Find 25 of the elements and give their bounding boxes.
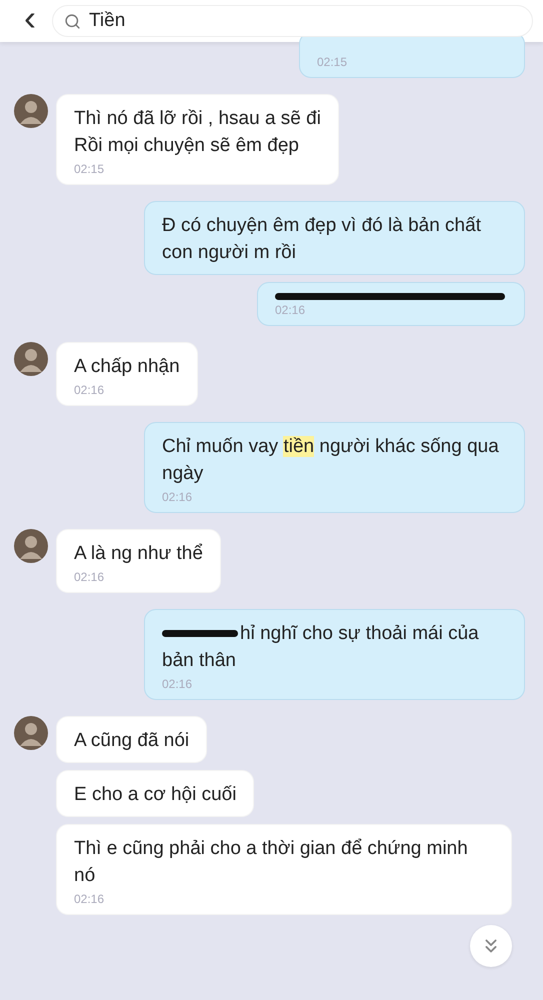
message-text: Thì nó đã lỡ rồi , hsau a sẽ đi Rồi mọi chuyện sẽ êm đẹp xyxy=(74,107,321,158)
message-time: 02:15 xyxy=(317,55,348,69)
avatar[interactable] xyxy=(14,529,48,563)
scroll-down-button[interactable] xyxy=(470,925,512,967)
avatar[interactable] xyxy=(14,342,48,376)
message-time: 02:16 xyxy=(162,677,194,691)
message-text: A chấp nhận xyxy=(74,355,180,379)
search-field[interactable]: Tiền xyxy=(52,5,533,37)
message-time: 02:16 xyxy=(275,303,306,317)
message-time: 02:16 xyxy=(74,892,106,906)
message-time: 02:16 xyxy=(74,383,106,397)
message-text: A là ng như thể xyxy=(74,542,203,566)
message-time: 02:16 xyxy=(74,570,106,584)
avatar[interactable] xyxy=(14,94,48,128)
message-text: Chỉ muốn vay tiền người khác sống qua ngày xyxy=(162,435,500,486)
message-time: 02:15 xyxy=(74,162,106,176)
message-text: E cho a cơ hội cuối xyxy=(74,783,236,807)
message-text: hỉ nghĩ cho sự thoải mái của bản thân xyxy=(162,622,480,673)
message-text: Thì e cũng phải cho a thời gian để chứng minh nó xyxy=(74,837,469,888)
message-text: Đ có chuyện êm đẹp vì đó là bản chất con người m rồi xyxy=(162,214,482,265)
back-button[interactable]: ‹ xyxy=(20,0,40,36)
avatar[interactable] xyxy=(14,716,48,750)
message-time: 02:16 xyxy=(162,490,194,504)
message-text: A cũng đã nói xyxy=(74,729,190,753)
search-icon xyxy=(64,13,81,30)
